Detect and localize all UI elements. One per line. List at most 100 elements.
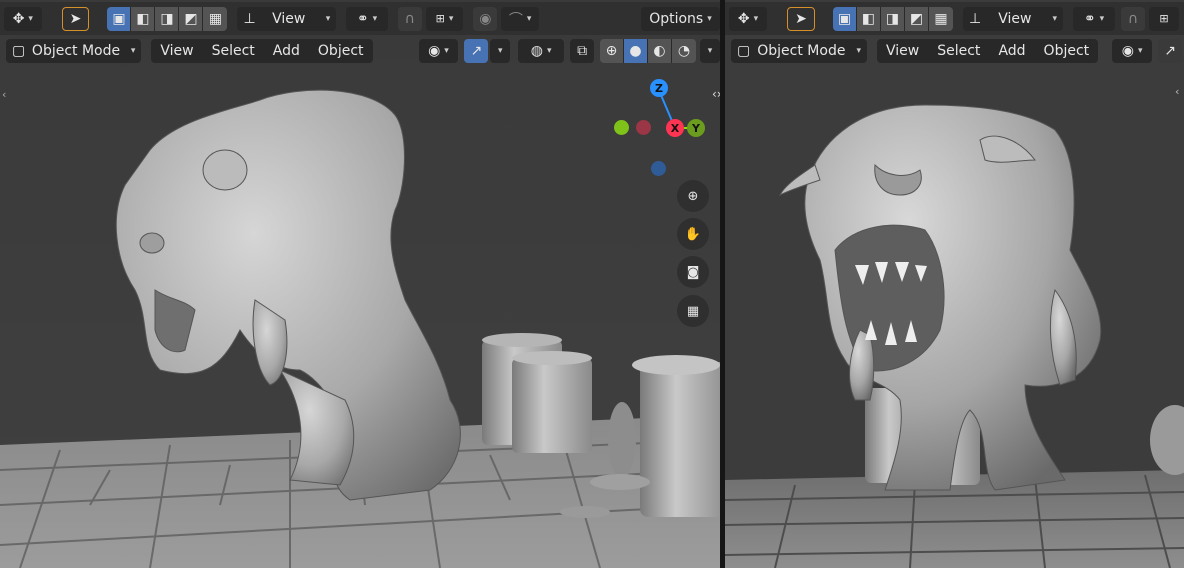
selection-mode-group: ▣ ◧ ◨ ◩ ▦ [107,6,228,31]
select-box-icon: ▣ [112,10,126,27]
select-intersect-button-right[interactable]: ▦ [929,6,953,31]
snap-increment-icon: ⊞ [435,12,445,25]
magnet-icon: ∩ [1127,10,1139,27]
axis-y-icon[interactable]: Y [687,119,705,137]
falloff-icon: ⌒ [508,11,523,28]
axis-neg-z-icon[interactable] [651,161,666,176]
visibility-dropdown[interactable]: ◉ ▾ [418,38,459,63]
left-3d-viewport[interactable]: ‹ ‹› ✥▾ ➤ ▣ ◧ ◨ ◩ ▦ ⊥ View▾ ⚭▾ ∩ [0,0,720,568]
editor-type-button-right[interactable]: ✥ ▾ [729,6,767,31]
axis-neg-y-icon[interactable] [614,120,629,135]
shading-dropdown[interactable]: ▾ [700,38,720,63]
xray-toggle[interactable]: ⧉ [570,38,595,63]
pivot-dropdown[interactable]: ⚭ ▾ [346,6,388,31]
options-dropdown[interactable]: Options ▾ [640,6,720,31]
select-invert-button-right[interactable]: ◩ [905,6,929,31]
snap-increment-icon: ⊞ [1159,12,1169,25]
overlay-icon: ◍ [530,42,544,59]
viewport-icon: ✥ [737,10,750,27]
gizmo-icon: ↗ [470,42,483,59]
gizmo-icon: ↗ [1164,42,1177,59]
axis-x-icon[interactable]: X [666,119,684,137]
select-intersect-icon: ▦ [934,10,948,27]
camera-view-button[interactable]: ◙ [677,256,709,288]
magnet-icon: ∩ [404,10,415,27]
select-extend-button[interactable]: ◧ [131,6,156,31]
projection-toggle-button[interactable]: ▦ [677,295,709,327]
pivot-dropdown-right[interactable]: ⚭ ▾ [1073,6,1115,31]
select-intersect-button[interactable]: ▦ [203,6,228,31]
blender-window: ‹ ‹› ✥▾ ➤ ▣ ◧ ◨ ◩ ▦ ⊥ View▾ ⚭▾ ∩ [0,0,1184,568]
pivot-icon: ⚭ [356,10,369,27]
transform-orientation-dropdown[interactable]: ⊥ View ▾ [237,6,337,31]
select-subtract-button[interactable]: ◨ [155,6,180,31]
viewport-menu-bar-right: ▢ Object Mode ▾ View Select Add Object ◉ ▾… [725,34,1184,67]
viewport-menus-right: View Select Add Object [877,38,1099,63]
select-invert-icon: ◩ [909,10,924,27]
falloff-dropdown[interactable]: ⌒ ▾ [501,6,539,31]
rendered-shading-button[interactable]: ◔ [672,38,697,63]
menu-object[interactable]: Object [309,43,373,59]
menu-view[interactable]: View [877,43,928,59]
eye-icon: ◉ [428,42,441,59]
select-extend-button-right[interactable]: ◧ [857,6,881,31]
menu-select[interactable]: Select [928,43,989,59]
select-subtract-icon: ◨ [885,10,900,27]
orientation-icon: ⊥ [243,10,256,27]
material-icon: ◐ [653,42,666,59]
gizmo-dropdown[interactable]: ▾ [490,38,511,63]
cursor-icon: ➤ [69,10,82,27]
select-intersect-icon: ▦ [208,10,223,27]
select-box-icon: ▣ [837,10,852,27]
viewport-header-right: ✥ ▾ ➤ ▣ ◧ ◨ ◩ ▦ ⊥ View ▾ ⚭ ▾ ∩ ⊞ [725,2,1184,35]
rendered-icon: ◔ [677,42,691,59]
proportional-edit-toggle[interactable]: ◉ [473,6,498,31]
axis-neg-x-icon[interactable] [636,120,651,135]
material-shading-button[interactable]: ◐ [648,38,673,63]
menu-object[interactable]: Object [1035,43,1099,59]
viewport-menus: View Select Add Object [151,38,373,63]
gizmo-toggle[interactable]: ↗ [464,38,489,63]
menu-add[interactable]: Add [989,43,1034,59]
right-3d-viewport[interactable]: ✥ ▾ ➤ ▣ ◧ ◨ ◩ ▦ ⊥ View ▾ ⚭ ▾ ∩ ⊞ ▢ Objec… [725,0,1184,568]
solid-sphere-icon: ● [629,42,642,59]
wireframe-shading-button[interactable]: ⊕ [600,38,625,63]
wireframe-icon: ⊕ [605,42,618,59]
solid-shading-button[interactable]: ● [624,38,649,63]
mode-dropdown-right[interactable]: ▢ Object Mode ▾ [731,38,867,63]
select-subtract-icon: ◨ [160,10,174,27]
left-edge-arrow: ‹ [2,88,6,101]
mode-dropdown[interactable]: ▢ Object Mode ▾ [6,38,142,63]
hand-icon: ✋ [684,226,702,242]
grid-icon: ▦ [686,303,700,319]
pan-button[interactable]: ✋ [677,218,709,250]
menu-select[interactable]: Select [203,43,264,59]
eye-icon: ◉ [1121,42,1134,59]
menu-add[interactable]: Add [264,43,309,59]
right-edge-arrow[interactable]: ‹ [1175,85,1179,98]
scene-render-right[interactable] [725,0,1184,568]
snap-mode-dropdown[interactable]: ⊞ ▾ [425,6,464,31]
visibility-dropdown-right[interactable]: ◉ ▾ [1112,38,1153,63]
editor-type-button[interactable]: ✥ ▾ [4,6,42,31]
camera-icon: ◙ [686,264,700,280]
snap-toggle-right[interactable]: ∩ [1121,6,1145,31]
overlay-dropdown[interactable]: ◍ ▾ [518,38,565,63]
zoom-icon: ⊕ [687,188,699,204]
axis-z-icon[interactable]: Z [650,79,668,97]
select-invert-button[interactable]: ◩ [179,6,204,31]
transform-orientation-dropdown-right[interactable]: ⊥ View ▾ [963,6,1063,31]
select-new-button[interactable]: ▣ [107,6,132,31]
snap-toggle[interactable]: ∩ [397,6,422,31]
gizmo-toggle-right[interactable]: ↗ [1158,38,1183,63]
zoom-button[interactable]: ⊕ [677,180,709,212]
select-tool-button-right[interactable]: ➤ [787,6,815,31]
viewport-header-left: ✥ ▾ ➤ ▣ ◧ ◨ ◩ ▦ ⊥ View ▾ ⚭ ▾ ∩ ⊞ ▾ ◉ ⌒ ▾ Opti… [0,2,720,35]
select-tool-button[interactable]: ➤ [61,6,90,31]
viewport-icon: ✥ [12,10,25,27]
select-subtract-button-right[interactable]: ◨ [881,6,905,31]
snap-mode-dropdown-right[interactable]: ⊞ [1149,6,1179,31]
select-extend-icon: ◧ [861,10,876,27]
menu-view[interactable]: View [151,43,202,59]
select-new-button-right[interactable]: ▣ [833,6,857,31]
